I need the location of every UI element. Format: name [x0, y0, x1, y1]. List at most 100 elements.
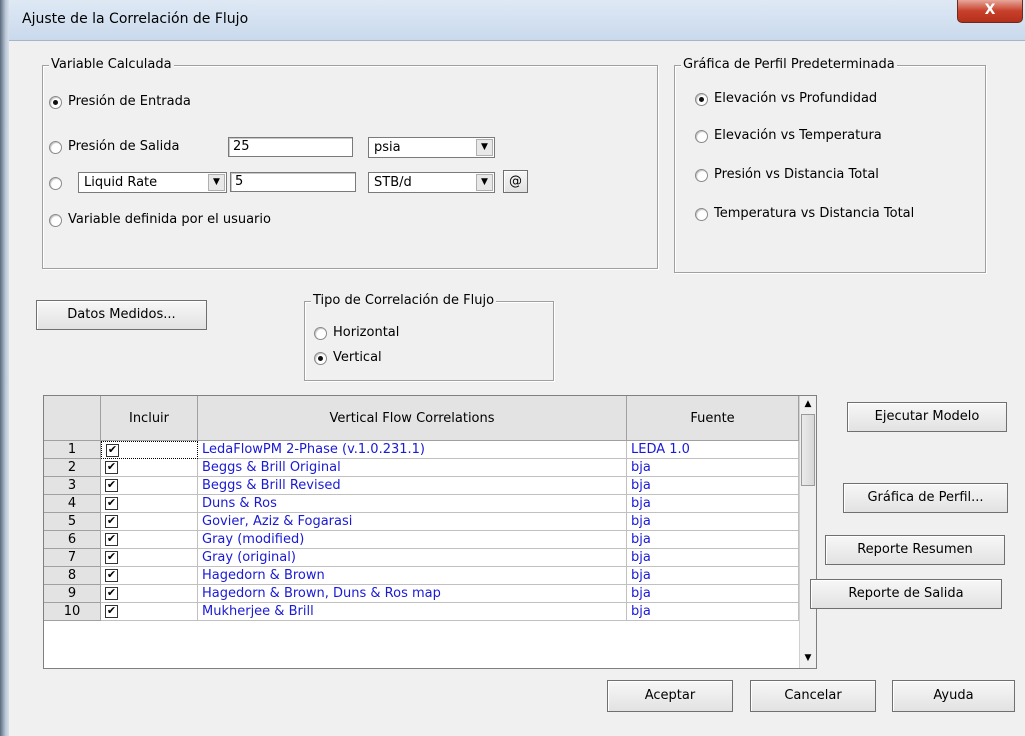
row-number[interactable]: 2: [44, 459, 101, 477]
table-row[interactable]: 1 ✔ LedaFlowPM 2-Phase (v.1.0.231.1) LEDA 1…: [44, 441, 799, 459]
correlation-name-cell[interactable]: Gray (original): [198, 549, 627, 567]
radio-elevacion-temperatura[interactable]: [695, 130, 708, 143]
aceptar-button[interactable]: Aceptar: [607, 680, 733, 712]
source-cell[interactable]: bja: [627, 513, 799, 531]
correlation-name-cell[interactable]: Hagedorn & Brown: [198, 567, 627, 585]
include-cell[interactable]: ✔: [101, 585, 198, 603]
radio-liquid-rate[interactable]: [49, 177, 62, 190]
row-number[interactable]: 7: [44, 549, 101, 567]
include-checkbox[interactable]: ✔: [105, 569, 118, 582]
include-cell[interactable]: ✔: [101, 459, 198, 477]
row-number[interactable]: 6: [44, 531, 101, 549]
at-button[interactable]: @: [503, 170, 528, 193]
include-checkbox[interactable]: ✔: [105, 605, 118, 618]
include-checkbox[interactable]: ✔: [106, 444, 119, 457]
scroll-up-icon[interactable]: ▲: [800, 396, 816, 413]
reporte-resumen-button[interactable]: Reporte Resumen: [825, 535, 1005, 565]
row-number[interactable]: 1: [44, 441, 101, 459]
correlations-grid[interactable]: Incluir Vertical Flow Correlations Fuent…: [43, 395, 817, 669]
dialog-body: Variable Calculada Presión de Entrada Pr…: [9, 41, 1025, 736]
table-row[interactable]: 6 ✔ Gray (modified) bja: [44, 531, 799, 549]
table-row[interactable]: 4 ✔ Duns & Ros bja: [44, 495, 799, 513]
rate-unit-select[interactable]: STB/d ▼: [368, 172, 495, 193]
correlation-name-cell[interactable]: Beggs & Brill Revised: [198, 477, 627, 495]
table-row[interactable]: 9 ✔ Hagedorn & Brown, Duns & Ros map bja: [44, 585, 799, 603]
rate-type-select[interactable]: Liquid Rate ▼: [78, 172, 227, 193]
column-header-incluir[interactable]: Incluir: [101, 396, 198, 441]
source-cell[interactable]: LEDA 1.0: [627, 441, 799, 459]
presion-salida-input[interactable]: 25: [228, 137, 353, 157]
table-row[interactable]: 5 ✔ Govier, Aziz & Fogarasi bja: [44, 513, 799, 531]
correlation-name-cell[interactable]: Gray (modified): [198, 531, 627, 549]
include-cell[interactable]: ✔: [101, 603, 198, 621]
radio-vertical[interactable]: [314, 352, 327, 365]
source-cell[interactable]: bja: [627, 459, 799, 477]
correlation-name-cell[interactable]: Mukherjee & Brill: [198, 603, 627, 621]
radio-elevacion-profundidad[interactable]: [695, 93, 708, 106]
column-header-fuente[interactable]: Fuente: [627, 396, 799, 441]
presion-salida-label: Presión de Salida: [68, 139, 180, 154]
scroll-down-icon[interactable]: ▼: [800, 650, 816, 667]
title-bar[interactable]: Ajuste de la Correlación de Flujo X: [9, 0, 1025, 41]
grafica-perfil-button[interactable]: Gráfica de Perfil...: [843, 483, 1008, 513]
source-cell[interactable]: bja: [627, 549, 799, 567]
chevron-down-icon[interactable]: ▼: [476, 139, 493, 156]
radio-temperatura-distancia[interactable]: [695, 208, 708, 221]
source-cell[interactable]: bja: [627, 567, 799, 585]
presion-salida-unit-select[interactable]: psia ▼: [368, 137, 495, 158]
grid-scrollbar[interactable]: ▲ ▼: [799, 396, 816, 668]
include-cell[interactable]: ✔: [101, 549, 198, 567]
correlation-name-cell[interactable]: Hagedorn & Brown, Duns & Ros map: [198, 585, 627, 603]
close-button[interactable]: X: [957, 0, 1023, 23]
table-row[interactable]: 3 ✔ Beggs & Brill Revised bja: [44, 477, 799, 495]
table-row[interactable]: 7 ✔ Gray (original) bja: [44, 549, 799, 567]
ejecutar-modelo-button[interactable]: Ejecutar Modelo: [847, 402, 1007, 432]
include-checkbox[interactable]: ✔: [105, 533, 118, 546]
chevron-down-icon[interactable]: ▼: [476, 174, 493, 191]
source-cell[interactable]: bja: [627, 603, 799, 621]
radio-horizontal[interactable]: [314, 327, 327, 340]
include-checkbox[interactable]: ✔: [105, 587, 118, 600]
correlation-name-cell[interactable]: LedaFlowPM 2-Phase (v.1.0.231.1): [198, 441, 627, 459]
table-row[interactable]: 10 ✔ Mukherjee & Brill bja: [44, 603, 799, 621]
reporte-salida-button[interactable]: Reporte de Salida: [810, 579, 1002, 609]
radio-variable-usuario[interactable]: [49, 214, 62, 227]
row-number[interactable]: 3: [44, 477, 101, 495]
source-cell[interactable]: bja: [627, 495, 799, 513]
scroll-thumb[interactable]: [801, 414, 815, 486]
include-cell[interactable]: ✔: [101, 441, 198, 459]
include-cell[interactable]: ✔: [101, 531, 198, 549]
source-cell[interactable]: bja: [627, 585, 799, 603]
correlation-name-cell[interactable]: Duns & Ros: [198, 495, 627, 513]
row-number[interactable]: 4: [44, 495, 101, 513]
include-checkbox[interactable]: ✔: [105, 479, 118, 492]
correlation-name-cell[interactable]: Beggs & Brill Original: [198, 459, 627, 477]
correlation-name-cell[interactable]: Govier, Aziz & Fogarasi: [198, 513, 627, 531]
datos-medidos-button[interactable]: Datos Medidos...: [36, 300, 207, 330]
source-cell[interactable]: bja: [627, 531, 799, 549]
cancelar-button[interactable]: Cancelar: [750, 680, 876, 712]
row-number[interactable]: 8: [44, 567, 101, 585]
include-checkbox[interactable]: ✔: [105, 461, 118, 474]
radio-presion-salida[interactable]: [49, 141, 62, 154]
include-checkbox[interactable]: ✔: [105, 497, 118, 510]
chevron-down-icon[interactable]: ▼: [208, 174, 225, 191]
elevacion-profundidad-label: Elevación vs Profundidad: [714, 91, 878, 106]
rate-value-input[interactable]: 5: [230, 172, 356, 192]
row-number[interactable]: 9: [44, 585, 101, 603]
column-header-correlations[interactable]: Vertical Flow Correlations: [198, 396, 627, 441]
row-number[interactable]: 10: [44, 603, 101, 621]
table-row[interactable]: 8 ✔ Hagedorn & Brown bja: [44, 567, 799, 585]
include-cell[interactable]: ✔: [101, 495, 198, 513]
include-checkbox[interactable]: ✔: [105, 515, 118, 528]
include-cell[interactable]: ✔: [101, 567, 198, 585]
radio-presion-entrada[interactable]: [49, 96, 62, 109]
source-cell[interactable]: bja: [627, 477, 799, 495]
row-number[interactable]: 5: [44, 513, 101, 531]
ayuda-button[interactable]: Ayuda: [892, 680, 1015, 712]
table-row[interactable]: 2 ✔ Beggs & Brill Original bja: [44, 459, 799, 477]
radio-presion-distancia[interactable]: [695, 169, 708, 182]
include-cell[interactable]: ✔: [101, 477, 198, 495]
include-checkbox[interactable]: ✔: [105, 551, 118, 564]
include-cell[interactable]: ✔: [101, 513, 198, 531]
